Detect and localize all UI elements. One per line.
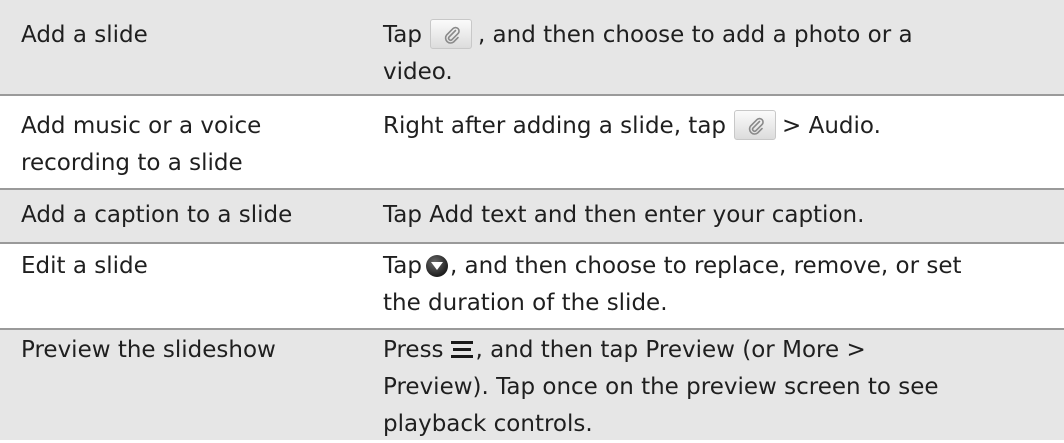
table-row: Add a slide Tap , and then choose to add … bbox=[0, 0, 1064, 94]
action-text: Add music or a voice bbox=[21, 113, 262, 139]
menu-icon bbox=[450, 341, 473, 358]
description-cell: Tap , and then choose to replace, remove,… bbox=[383, 248, 1055, 322]
description-text: video. bbox=[383, 59, 453, 85]
description-text: Right after adding a slide, tap bbox=[383, 113, 727, 139]
action-cell: Add a slide bbox=[21, 22, 148, 48]
description-text: Tap bbox=[383, 253, 422, 279]
ui-term: Add text bbox=[429, 202, 527, 228]
description-cell: Tap , and then choose to add a photo or a… bbox=[383, 17, 1055, 91]
table-row: Add a caption to a slide Tap Add text an… bbox=[0, 190, 1064, 242]
description-text: Tap bbox=[383, 22, 422, 48]
ui-term: Preview bbox=[383, 374, 473, 400]
action-cell: Edit a slide bbox=[21, 253, 148, 279]
action-cell: Add a caption to a slide bbox=[21, 202, 293, 228]
description-text: playback controls. bbox=[383, 411, 593, 437]
table-row: Add music or a voice recording to a slid… bbox=[0, 96, 1064, 188]
description-text: Tap bbox=[383, 202, 422, 228]
description-text: , and then tap bbox=[475, 337, 639, 363]
description-text: > bbox=[846, 337, 866, 363]
table-row: Preview the slideshow Press , and then ta… bbox=[0, 330, 1064, 440]
description-cell: Press , and then tap Preview (or More > P… bbox=[383, 332, 1055, 443]
ui-term: Preview bbox=[645, 337, 735, 363]
action-cell: Preview the slideshow bbox=[21, 337, 276, 363]
description-cell: Right after adding a slide, tap > Audio. bbox=[383, 108, 1055, 145]
description-text: Press bbox=[383, 337, 444, 363]
description-text: (or bbox=[742, 337, 775, 363]
description-text: , and then choose to add a photo or a bbox=[477, 22, 913, 48]
table-row: Edit a slide Tap , and then choose to rep… bbox=[0, 244, 1064, 328]
ui-term: More bbox=[782, 337, 840, 363]
ui-term: Audio bbox=[808, 113, 874, 139]
paperclip-icon bbox=[429, 19, 472, 49]
description-text: . bbox=[873, 113, 881, 139]
paperclip-icon bbox=[734, 110, 777, 140]
description-text: and then enter your caption. bbox=[533, 202, 865, 228]
description-text: , and then choose to replace, remove, or… bbox=[449, 253, 962, 279]
description-text: the duration of the slide. bbox=[383, 290, 668, 316]
action-cell: Add music or a voice recording to a slid… bbox=[21, 108, 341, 182]
action-text: recording to a slide bbox=[21, 150, 243, 176]
description-cell: Tap Add text and then enter your caption… bbox=[383, 197, 1055, 234]
description-text: > bbox=[782, 113, 802, 139]
description-text: ). Tap once on the preview screen to see bbox=[472, 374, 939, 400]
down-arrow-circle-icon bbox=[425, 255, 448, 277]
